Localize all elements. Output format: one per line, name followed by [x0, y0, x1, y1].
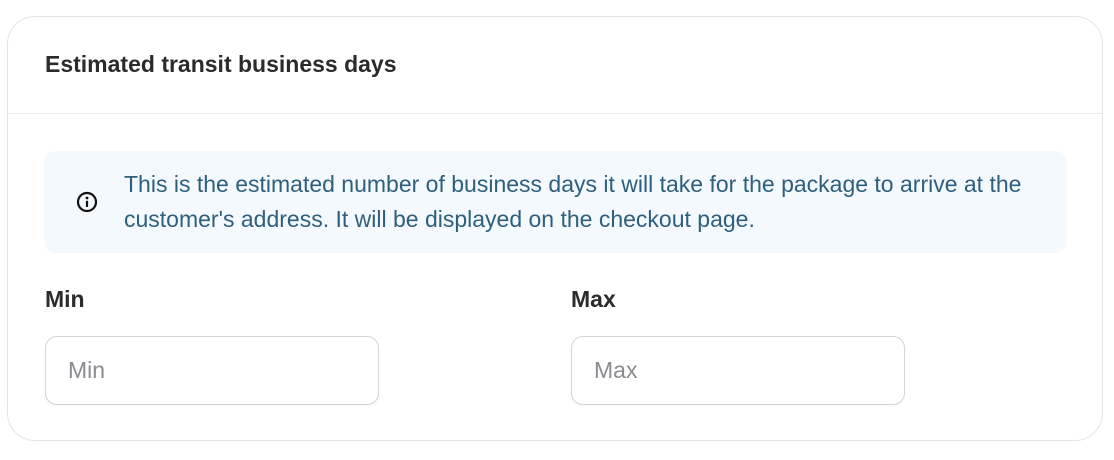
- section-title: Estimated transit business days: [45, 50, 397, 77]
- max-input[interactable]: [571, 336, 905, 405]
- max-label: Max: [571, 286, 616, 312]
- min-input[interactable]: [45, 336, 379, 405]
- info-text: This is the estimated number of business…: [124, 171, 1022, 232]
- min-label: Min: [45, 286, 85, 312]
- transit-days-card: Estimated transit business days This is …: [7, 16, 1103, 441]
- info-banner: This is the estimated number of business…: [44, 151, 1067, 253]
- card-header: Estimated transit business days: [8, 17, 1102, 114]
- info-circle-icon: [76, 191, 98, 213]
